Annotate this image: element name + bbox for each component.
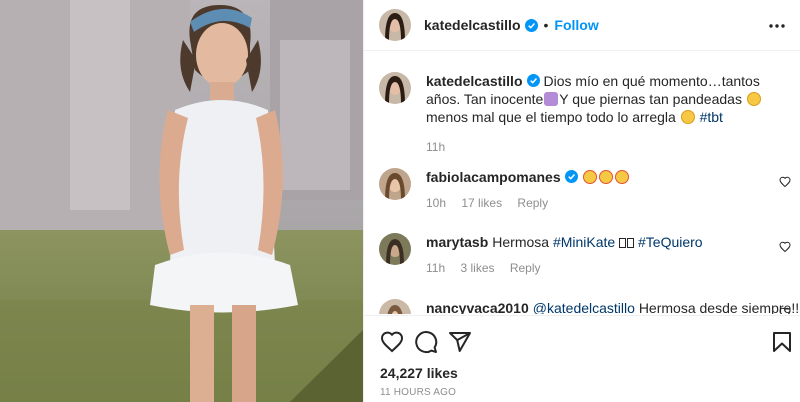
person-emoji-icon <box>544 92 559 106</box>
paper-plane-icon[interactable] <box>448 330 472 354</box>
commenter-avatar[interactable] <box>379 299 411 314</box>
comment-like-heart-icon[interactable] <box>779 307 791 314</box>
comment-time[interactable]: 11h <box>426 261 445 275</box>
comment-text-part1: Hermosa desde siempre!!! Te <box>638 300 800 314</box>
bookmark-icon[interactable] <box>770 330 794 354</box>
avatar-image <box>379 233 411 265</box>
header-separator: • <box>543 17 549 33</box>
commenter-avatar[interactable] <box>379 168 411 200</box>
unknown-glyph-icon <box>627 238 635 248</box>
post-timestamp[interactable]: 11 HOURS AGO <box>380 387 456 398</box>
avatar-image <box>379 9 411 41</box>
comment-author[interactable]: fabiolacampomanes <box>426 169 561 185</box>
comment-meta: 11h 3 likes Reply <box>426 261 789 275</box>
caption-avatar[interactable] <box>379 72 411 104</box>
comment-hashtag[interactable]: #MiniKate <box>553 234 615 250</box>
comment-item: fabiolacampomanes 10h 17 likes Reply <box>379 168 791 210</box>
comment-like-heart-icon[interactable] <box>779 241 791 253</box>
comment-author[interactable]: nancyvaca2010 <box>426 300 529 314</box>
comment-likes[interactable]: 3 likes <box>460 261 494 275</box>
heart-eyes-emoji-icon <box>614 170 629 184</box>
grimace-emoji-icon <box>746 92 761 106</box>
post-caption: katedelcastillo Dios mío en qué momento…t… <box>379 72 789 154</box>
caption-text: katedelcastillo Dios mío en qué momento…t… <box>426 72 789 126</box>
comment-text-part1: Hermosa <box>492 234 550 250</box>
author-avatar[interactable] <box>379 9 411 41</box>
post-actions <box>364 315 800 365</box>
follow-button[interactable]: Follow <box>554 17 598 33</box>
unknown-glyph-icon <box>619 238 627 248</box>
post-header: katedelcastillo • Follow <box>364 0 800 51</box>
heart-eyes-emoji-icon <box>582 170 597 184</box>
caption-text-part2: Y que piernas tan pandeadas <box>559 91 742 107</box>
comment-time[interactable]: 10h <box>426 196 446 210</box>
comment-text: marytasb Hermosa #MiniKate #TeQuiero <box>426 233 789 251</box>
post-photo-image <box>0 0 363 402</box>
verified-badge-icon <box>564 170 578 183</box>
heart-icon[interactable] <box>380 330 404 354</box>
verified-badge-icon <box>524 18 538 32</box>
verified-badge-icon <box>526 74 540 87</box>
caption-hashtag[interactable]: #tbt <box>700 109 723 125</box>
comment-mention[interactable]: @katedelcastillo <box>533 300 635 314</box>
caption-meta: 11h <box>426 140 789 154</box>
comment-hashtag[interactable]: #TeQuiero <box>638 234 703 250</box>
comment-text: fabiolacampomanes <box>426 168 789 186</box>
post-photo[interactable] <box>0 0 363 402</box>
avatar-image <box>379 168 411 200</box>
grin-emoji-icon <box>680 110 695 124</box>
reply-button[interactable]: Reply <box>517 196 548 210</box>
comment-like-heart-icon[interactable] <box>779 176 791 188</box>
comments-section[interactable]: katedelcastillo Dios mío en qué momento…t… <box>364 52 800 314</box>
comment-item: nancyvaca2010 @katedelcastillo Hermosa de… <box>379 299 800 314</box>
comment-text: nancyvaca2010 @katedelcastillo Hermosa de… <box>426 299 800 314</box>
reply-button[interactable]: Reply <box>510 261 541 275</box>
comment-item: marytasb Hermosa #MiniKate #TeQuiero 11h … <box>379 233 791 275</box>
comment-likes[interactable]: 17 likes <box>461 196 502 210</box>
caption-text-part3: menos mal que el tiempo todo lo arregla <box>426 109 676 125</box>
caption-author[interactable]: katedelcastillo <box>426 73 523 89</box>
more-options-icon[interactable] <box>767 16 787 36</box>
comment-icon[interactable] <box>414 330 438 354</box>
caption-time[interactable]: 11h <box>426 140 445 154</box>
comment-meta: 10h 17 likes Reply <box>426 196 789 210</box>
commenter-avatar[interactable] <box>379 233 411 265</box>
avatar-image <box>379 299 411 314</box>
comment-author[interactable]: marytasb <box>426 234 488 250</box>
likes-count[interactable]: 24,227 likes <box>380 365 458 381</box>
post-author-username[interactable]: katedelcastillo <box>424 17 521 33</box>
heart-eyes-emoji-icon <box>598 170 613 184</box>
avatar-image <box>379 72 411 104</box>
post-details-panel: katedelcastillo • Follow katedelcastillo… <box>363 0 800 402</box>
